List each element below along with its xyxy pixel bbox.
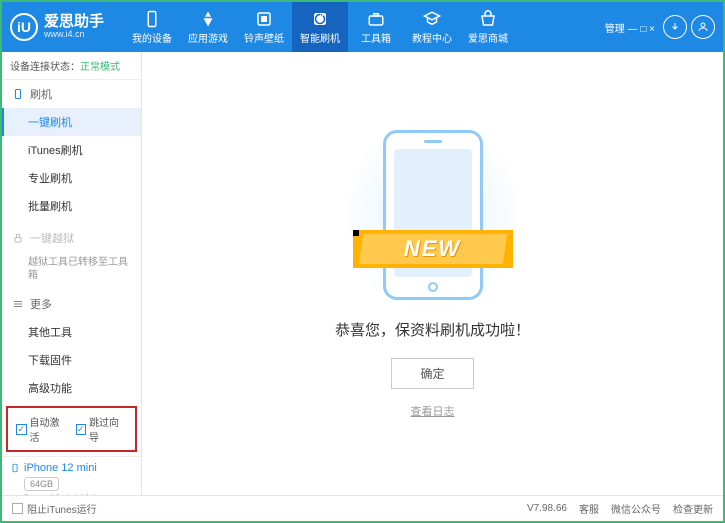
device-info[interactable]: iPhone 12 mini 64GB Down-12mini-13,1 — [2, 456, 141, 495]
sidebar-item-advanced[interactable]: 高级功能 — [2, 374, 141, 402]
sidebar-item-pro[interactable]: 专业刷机 — [2, 164, 141, 192]
view-log-link[interactable]: 查看日志 — [411, 403, 455, 419]
header: iU 爱思助手 www.i4.cn 我的设备 应用游戏 铃声壁纸 智能刷机 工具… — [2, 2, 723, 52]
wallpaper-icon — [255, 10, 273, 28]
block-itunes-checkbox[interactable]: 阻止iTunes运行 — [12, 501, 97, 516]
app-url: www.i4.cn — [44, 30, 104, 40]
download-button[interactable] — [663, 15, 687, 39]
toolbox-icon — [367, 10, 385, 28]
flash-icon — [311, 10, 329, 28]
nav-toolbox[interactable]: 工具箱 — [348, 2, 404, 52]
wechat-link[interactable]: 微信公众号 — [611, 501, 661, 516]
main-content: NEW 恭喜您，保资料刷机成功啦！ 确定 查看日志 — [142, 52, 723, 495]
jailbreak-note: 越狱工具已转移至工具箱 — [2, 252, 141, 286]
logo: iU 爱思助手 www.i4.cn — [10, 13, 104, 41]
version-label: V7.98.66 — [527, 503, 567, 514]
sidebar-item-batch[interactable]: 批量刷机 — [2, 192, 141, 220]
device-name: iPhone 12 mini — [10, 461, 133, 475]
sidebar-item-othertools[interactable]: 其他工具 — [2, 318, 141, 346]
check-icon: ✓ — [76, 424, 87, 435]
store-icon — [479, 10, 497, 28]
sidebar-section-more[interactable]: 更多 — [2, 290, 141, 318]
sidebar-item-firmware[interactable]: 下载固件 — [2, 346, 141, 374]
ok-button[interactable]: 确定 — [391, 358, 473, 389]
sidebar-item-itunes[interactable]: iTunes刷机 — [2, 136, 141, 164]
checkbox-icon — [12, 503, 23, 514]
checkbox-auto-activate[interactable]: ✓自动激活 — [16, 414, 68, 444]
nav-tutorials[interactable]: 教程中心 — [404, 2, 460, 52]
sidebar-item-oneclick[interactable]: 一键刷机 — [2, 108, 141, 136]
storage-badge: 64GB — [24, 477, 59, 491]
sidebar: 设备连接状态：正常模式 刷机 一键刷机 iTunes刷机 专业刷机 批量刷机 一… — [2, 52, 142, 495]
body: 设备连接状态：正常模式 刷机 一键刷机 iTunes刷机 专业刷机 批量刷机 一… — [2, 52, 723, 495]
new-ribbon: NEW — [353, 230, 513, 268]
nav-flash[interactable]: 智能刷机 — [292, 2, 348, 52]
nav-ringtones[interactable]: 铃声壁纸 — [236, 2, 292, 52]
window-controls[interactable]: 管理 — □ × — [605, 20, 655, 35]
footer: 阻止iTunes运行 V7.98.66 客服 微信公众号 检查更新 — [2, 495, 723, 521]
apps-icon — [199, 10, 217, 28]
phone-icon — [143, 10, 161, 28]
check-icon: ✓ — [16, 424, 27, 435]
nav-apps[interactable]: 应用游戏 — [180, 2, 236, 52]
sidebar-section-flash[interactable]: 刷机 — [2, 80, 141, 108]
phone-icon — [12, 88, 24, 100]
checkbox-skip-guide[interactable]: ✓跳过向导 — [76, 414, 128, 444]
app-title: 爱思助手 — [44, 14, 104, 31]
user-button[interactable] — [691, 15, 715, 39]
phone-icon — [10, 461, 20, 475]
options-highlight: ✓自动激活 ✓跳过向导 — [6, 406, 137, 452]
success-illustration: NEW — [368, 128, 498, 303]
lock-icon — [12, 232, 24, 244]
footer-right: V7.98.66 客服 微信公众号 检查更新 — [527, 501, 713, 516]
app-window: iU 爱思助手 www.i4.cn 我的设备 应用游戏 铃声壁纸 智能刷机 工具… — [0, 0, 725, 523]
tutorial-icon — [423, 10, 441, 28]
connection-status: 设备连接状态：正常模式 — [2, 52, 141, 80]
customer-service-link[interactable]: 客服 — [579, 501, 599, 516]
more-icon — [12, 298, 24, 310]
main-nav: 我的设备 应用游戏 铃声壁纸 智能刷机 工具箱 教程中心 爱思商城 — [124, 2, 605, 52]
nav-store[interactable]: 爱思商城 — [460, 2, 516, 52]
sidebar-section-jailbreak: 一键越狱 — [2, 224, 141, 252]
header-controls: 管理 — □ × — [605, 15, 715, 39]
logo-icon: iU — [10, 13, 38, 41]
check-update-link[interactable]: 检查更新 — [673, 501, 713, 516]
nav-my-device[interactable]: 我的设备 — [124, 2, 180, 52]
